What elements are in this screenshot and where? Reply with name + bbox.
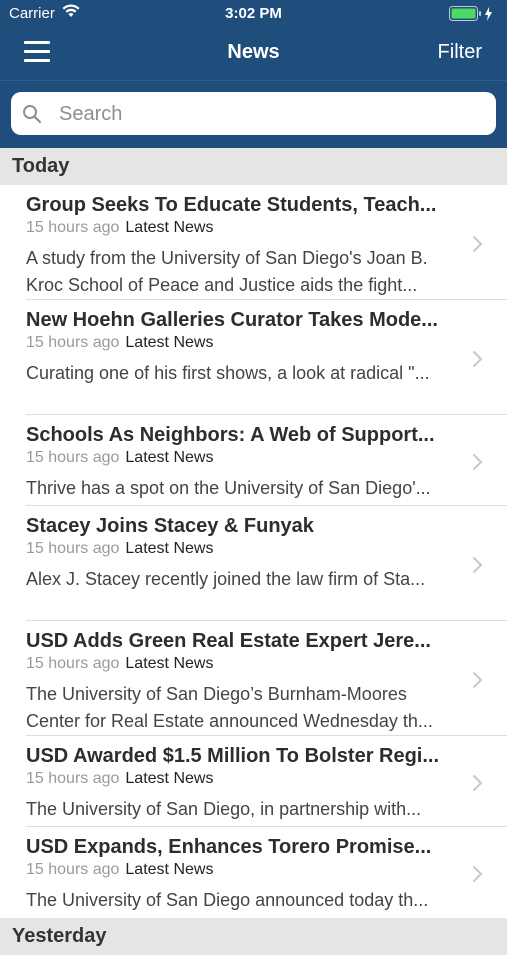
news-item-meta: 15 hours ago Latest News <box>26 334 213 352</box>
news-list-item[interactable]: USD Awarded $1.5 Million To Bolster Regi… <box>0 736 507 827</box>
news-list-item[interactable]: New Hoehn Galleries Curator Takes Mode..… <box>0 300 507 415</box>
news-item-meta: 15 hours ago Latest News <box>26 540 213 558</box>
news-item-title: Group Seeks To Educate Students, Teach..… <box>26 194 437 216</box>
news-item-category: Latest News <box>125 449 214 466</box>
search-field-container[interactable] <box>11 92 496 137</box>
news-item-summary: A study from the University of San Diego… <box>26 248 428 295</box>
news-item-meta: 15 hours ago Latest News <box>26 219 213 237</box>
news-list-item[interactable]: Stacey Joins Stacey & Funyak 15 hours ago… <box>0 506 507 621</box>
news-item-time: 15 hours ago <box>26 655 120 672</box>
news-item-summary: The University of San Diego, in partners… <box>26 799 422 819</box>
news-list-item[interactable]: Group Seeks To Educate Students, Teach..… <box>0 185 507 300</box>
news-item-meta: 15 hours ago Latest News <box>26 449 213 467</box>
news-item-time: 15 hours ago <box>26 334 120 351</box>
news-item-title: USD Awarded $1.5 Million To Bolster Regi… <box>26 745 440 767</box>
chevron-right-icon <box>472 235 483 252</box>
navigation-bar: News Filter <box>0 28 507 80</box>
battery-icon <box>449 6 492 21</box>
news-item-summary: The University of San Diego announced to… <box>26 890 429 910</box>
news-item-title: Schools As Neighbors: A Web of Support..… <box>26 424 435 446</box>
chevron-right-icon <box>472 865 483 882</box>
filter-button[interactable]: Filter <box>438 41 482 64</box>
chevron-right-icon <box>472 556 483 573</box>
news-item-title: Stacey Joins Stacey & Funyak <box>26 515 314 537</box>
news-item-category: Latest News <box>125 334 214 351</box>
chevron-right-icon <box>472 774 483 791</box>
search-icon <box>23 105 42 124</box>
search-bar <box>0 80 507 149</box>
news-item-category: Latest News <box>125 655 214 672</box>
status-bar: Carrier 3:02 PM <box>0 0 507 28</box>
news-item-summary: The University of San Diego’s Burnham-Mo… <box>26 684 433 731</box>
news-item-meta: 15 hours ago Latest News <box>26 770 213 788</box>
news-item-time: 15 hours ago <box>26 770 120 787</box>
news-item-category: Latest News <box>125 861 214 878</box>
news-item-meta: 15 hours ago Latest News <box>26 861 213 879</box>
section-header: Today <box>0 148 507 185</box>
chevron-right-icon <box>472 671 483 688</box>
news-item-meta: 15 hours ago Latest News <box>26 655 213 673</box>
news-item-category: Latest News <box>125 770 214 787</box>
news-item-title: USD Adds Green Real Estate Expert Jere..… <box>26 630 431 652</box>
chevron-right-icon <box>472 350 483 367</box>
news-item-category: Latest News <box>125 540 214 557</box>
page-title: News <box>227 41 280 63</box>
news-item-category: Latest News <box>125 219 214 236</box>
news-item-title: New Hoehn Galleries Curator Takes Mode..… <box>26 309 438 331</box>
news-item-summary: Thrive has a spot on the University of S… <box>26 478 431 498</box>
chevron-right-icon <box>472 453 483 470</box>
hamburger-menu-icon[interactable] <box>24 41 50 63</box>
news-item-summary: Alex J. Stacey recently joined the law f… <box>26 569 426 589</box>
clock: 3:02 PM <box>225 5 282 22</box>
news-list-item[interactable]: Schools As Neighbors: A Web of Support..… <box>0 415 507 506</box>
news-item-time: 15 hours ago <box>26 861 120 878</box>
news-list-item[interactable]: USD Expands, Enhances Torero Promise... 1… <box>0 827 507 918</box>
news-item-time: 15 hours ago <box>26 540 120 557</box>
news-item-time: 15 hours ago <box>26 219 120 236</box>
news-item-summary: Curating one of his first shows, a look … <box>26 363 430 383</box>
search-input[interactable] <box>57 92 481 137</box>
news-item-time: 15 hours ago <box>26 449 120 466</box>
news-list-item[interactable]: USD Adds Green Real Estate Expert Jere..… <box>0 621 507 736</box>
news-item-title: USD Expands, Enhances Torero Promise... <box>26 836 432 858</box>
section-header: Yesterday <box>0 918 507 955</box>
